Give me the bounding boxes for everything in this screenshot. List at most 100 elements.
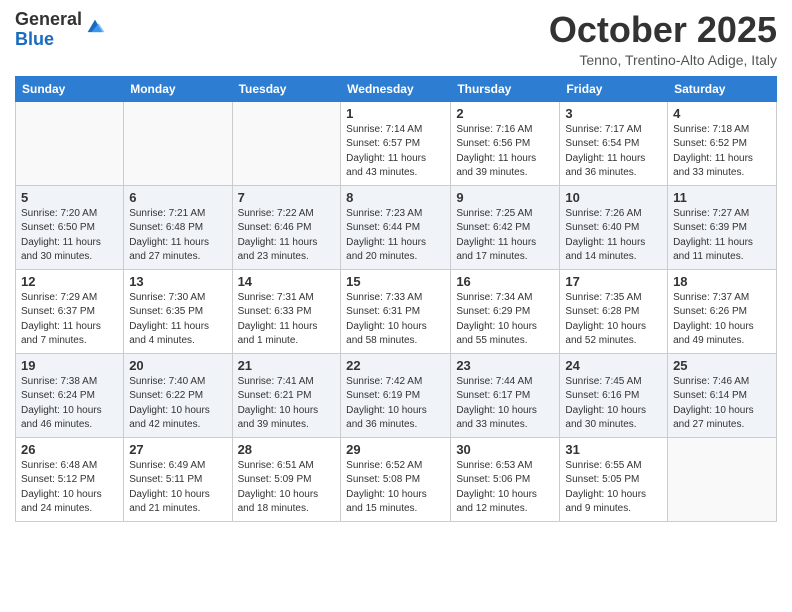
calendar-cell: 26Sunrise: 6:48 AM Sunset: 5:12 PM Dayli… [16, 437, 124, 521]
calendar-cell: 3 Sunrise: 7:17 AM Sunset: 6:54 PM Daylig… [560, 101, 668, 185]
day-info: Sunrise: 7:14 AM Sunset: 6:57 PM Dayligh… [346, 123, 445, 181]
day-number: 5 [21, 190, 118, 205]
day-info: Sunrise: 6:53 AM Sunset: 5:06 PM Dayligh… [456, 459, 554, 517]
calendar-cell: 1 Sunrise: 7:14 AM Sunset: 6:57 PM Daylig… [341, 101, 451, 185]
day-info: Sunrise: 7:30 AM Sunset: 6:35 PM Dayligh… [129, 291, 226, 349]
calendar-table: SundayMondayTuesdayWednesdayThursdayFrid… [15, 76, 777, 522]
day-number: 18 [673, 274, 771, 289]
calendar-cell: 22 Sunrise: 7:42 AM Sunset: 6:19 PM Dayli… [341, 353, 451, 437]
day-info: Sunrise: 7:37 AM Sunset: 6:26 PM Dayligh… [673, 291, 771, 349]
page-header: General Blue October 2025 Tenno, Trentin… [15, 10, 777, 68]
day-info: Sunrise: 7:42 AM Sunset: 6:19 PM Dayligh… [346, 375, 445, 433]
calendar-cell: 24Sunrise: 7:45 AM Sunset: 6:16 PM Dayli… [560, 353, 668, 437]
day-number: 9 [456, 190, 554, 205]
calendar-cell: 7Sunrise: 7:22 AM Sunset: 6:46 PM Daylig… [232, 185, 341, 269]
calendar-cell: 29 Sunrise: 6:52 AM Sunset: 5:08 PM Dayli… [341, 437, 451, 521]
calendar-cell: 5 Sunrise: 7:20 AM Sunset: 6:50 PM Daylig… [16, 185, 124, 269]
day-info: Sunrise: 7:41 AM Sunset: 6:21 PM Dayligh… [238, 375, 336, 433]
day-number: 6 [129, 190, 226, 205]
day-number: 25 [673, 358, 771, 373]
day-info: Sunrise: 7:23 AM Sunset: 6:44 PM Dayligh… [346, 207, 445, 265]
day-number: 27 [129, 442, 226, 457]
day-info: Sunrise: 7:21 AM Sunset: 6:48 PM Dayligh… [129, 207, 226, 265]
calendar-cell [668, 437, 777, 521]
calendar-cell: 16Sunrise: 7:34 AM Sunset: 6:29 PM Dayli… [451, 269, 560, 353]
weekday-header: Thursday [451, 76, 560, 101]
day-info: Sunrise: 7:38 AM Sunset: 6:24 PM Dayligh… [21, 375, 118, 433]
day-info: Sunrise: 6:48 AM Sunset: 5:12 PM Dayligh… [21, 459, 118, 517]
day-info: Sunrise: 7:26 AM Sunset: 6:40 PM Dayligh… [565, 207, 662, 265]
calendar-cell: 10 Sunrise: 7:26 AM Sunset: 6:40 PM Dayli… [560, 185, 668, 269]
day-number: 1 [346, 106, 445, 121]
day-number: 4 [673, 106, 771, 121]
calendar-cell: 25 Sunrise: 7:46 AM Sunset: 6:14 PM Dayli… [668, 353, 777, 437]
day-number: 17 [565, 274, 662, 289]
day-info: Sunrise: 7:18 AM Sunset: 6:52 PM Dayligh… [673, 123, 771, 181]
calendar-cell: 28Sunrise: 6:51 AM Sunset: 5:09 PM Dayli… [232, 437, 341, 521]
calendar-cell: 23 Sunrise: 7:44 AM Sunset: 6:17 PM Dayli… [451, 353, 560, 437]
calendar-cell: 9 Sunrise: 7:25 AM Sunset: 6:42 PM Daylig… [451, 185, 560, 269]
calendar-week-row: 19 Sunrise: 7:38 AM Sunset: 6:24 PM Dayli… [16, 353, 777, 437]
day-info: Sunrise: 7:16 AM Sunset: 6:56 PM Dayligh… [456, 123, 554, 181]
day-number: 11 [673, 190, 771, 205]
logo: General Blue [15, 10, 106, 50]
day-number: 20 [129, 358, 226, 373]
day-number: 2 [456, 106, 554, 121]
day-info: Sunrise: 7:44 AM Sunset: 6:17 PM Dayligh… [456, 375, 554, 433]
weekday-header: Sunday [16, 76, 124, 101]
logo-general: General [15, 10, 82, 30]
day-info: Sunrise: 7:20 AM Sunset: 6:50 PM Dayligh… [21, 207, 118, 265]
day-number: 15 [346, 274, 445, 289]
day-info: Sunrise: 6:52 AM Sunset: 5:08 PM Dayligh… [346, 459, 445, 517]
calendar-cell: 19 Sunrise: 7:38 AM Sunset: 6:24 PM Dayli… [16, 353, 124, 437]
logo-blue: Blue [15, 30, 82, 50]
weekday-header: Tuesday [232, 76, 341, 101]
calendar-cell: 15 Sunrise: 7:33 AM Sunset: 6:31 PM Dayli… [341, 269, 451, 353]
calendar-cell: 12 Sunrise: 7:29 AM Sunset: 6:37 PM Dayli… [16, 269, 124, 353]
day-number: 30 [456, 442, 554, 457]
weekday-header: Saturday [668, 76, 777, 101]
day-number: 19 [21, 358, 118, 373]
day-info: Sunrise: 6:55 AM Sunset: 5:05 PM Dayligh… [565, 459, 662, 517]
calendar-header-row: SundayMondayTuesdayWednesdayThursdayFrid… [16, 76, 777, 101]
calendar-cell: 31Sunrise: 6:55 AM Sunset: 5:05 PM Dayli… [560, 437, 668, 521]
day-info: Sunrise: 7:27 AM Sunset: 6:39 PM Dayligh… [673, 207, 771, 265]
calendar-cell: 20 Sunrise: 7:40 AM Sunset: 6:22 PM Dayli… [124, 353, 232, 437]
calendar-week-row: 26Sunrise: 6:48 AM Sunset: 5:12 PM Dayli… [16, 437, 777, 521]
calendar-cell: 2 Sunrise: 7:16 AM Sunset: 6:56 PM Daylig… [451, 101, 560, 185]
day-info: Sunrise: 7:34 AM Sunset: 6:29 PM Dayligh… [456, 291, 554, 349]
calendar-cell [16, 101, 124, 185]
calendar-week-row: 5 Sunrise: 7:20 AM Sunset: 6:50 PM Daylig… [16, 185, 777, 269]
month-title: October 2025 [549, 10, 777, 50]
calendar-week-row: 1 Sunrise: 7:14 AM Sunset: 6:57 PM Daylig… [16, 101, 777, 185]
calendar-cell: 4 Sunrise: 7:18 AM Sunset: 6:52 PM Daylig… [668, 101, 777, 185]
day-number: 23 [456, 358, 554, 373]
day-info: Sunrise: 7:31 AM Sunset: 6:33 PM Dayligh… [238, 291, 336, 349]
day-info: Sunrise: 7:33 AM Sunset: 6:31 PM Dayligh… [346, 291, 445, 349]
day-number: 28 [238, 442, 336, 457]
calendar-cell: 14 Sunrise: 7:31 AM Sunset: 6:33 PM Dayli… [232, 269, 341, 353]
calendar-cell: 13 Sunrise: 7:30 AM Sunset: 6:35 PM Dayli… [124, 269, 232, 353]
day-info: Sunrise: 7:40 AM Sunset: 6:22 PM Dayligh… [129, 375, 226, 433]
logo-icon [84, 16, 106, 38]
day-number: 22 [346, 358, 445, 373]
day-number: 29 [346, 442, 445, 457]
day-info: Sunrise: 7:25 AM Sunset: 6:42 PM Dayligh… [456, 207, 554, 265]
day-number: 21 [238, 358, 336, 373]
calendar-cell: 21 Sunrise: 7:41 AM Sunset: 6:21 PM Dayli… [232, 353, 341, 437]
day-number: 14 [238, 274, 336, 289]
day-number: 13 [129, 274, 226, 289]
calendar-cell: 30 Sunrise: 6:53 AM Sunset: 5:06 PM Dayli… [451, 437, 560, 521]
day-info: Sunrise: 7:45 AM Sunset: 6:16 PM Dayligh… [565, 375, 662, 433]
calendar-cell: 27Sunrise: 6:49 AM Sunset: 5:11 PM Dayli… [124, 437, 232, 521]
day-number: 8 [346, 190, 445, 205]
day-number: 12 [21, 274, 118, 289]
day-number: 3 [565, 106, 662, 121]
day-info: Sunrise: 7:17 AM Sunset: 6:54 PM Dayligh… [565, 123, 662, 181]
day-number: 10 [565, 190, 662, 205]
location: Tenno, Trentino-Alto Adige, Italy [549, 52, 777, 68]
calendar-cell [232, 101, 341, 185]
calendar-week-row: 12 Sunrise: 7:29 AM Sunset: 6:37 PM Dayli… [16, 269, 777, 353]
day-info: Sunrise: 7:29 AM Sunset: 6:37 PM Dayligh… [21, 291, 118, 349]
day-info: Sunrise: 7:46 AM Sunset: 6:14 PM Dayligh… [673, 375, 771, 433]
